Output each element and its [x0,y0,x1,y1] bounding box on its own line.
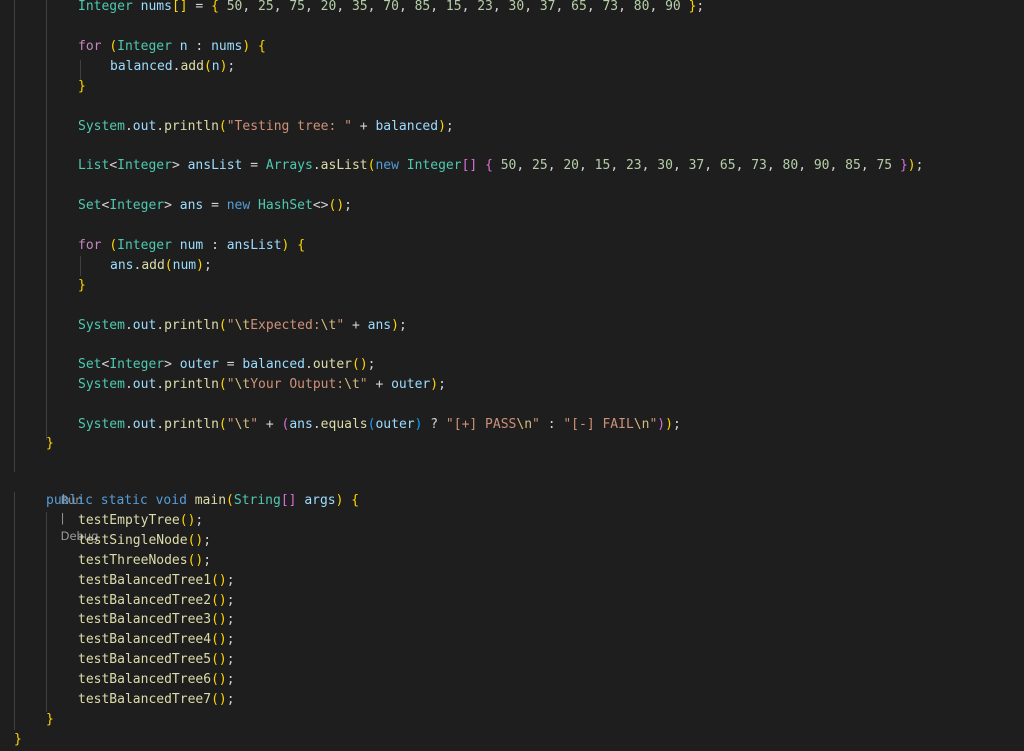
indent-guide [14,0,15,472]
code-editor[interactable]: Integer nums[] = { 50, 25, 75, 20, 35, 7… [0,0,1024,751]
code-line[interactable]: Set<Integer> ans = new HashSet<>(); [78,196,352,216]
code-line[interactable]: } [78,77,86,97]
code-line[interactable]: } [78,276,86,296]
code-line[interactable]: System.out.println("Testing tree: " + ba… [78,117,454,137]
indent-guide [14,492,15,730]
code-line[interactable]: testBalancedTree7(); [78,690,235,710]
code-line[interactable]: testBalancedTree6(); [78,670,235,690]
code-line[interactable]: System.out.println("\tYour Output:\t" + … [78,375,446,395]
code-line[interactable]: } [46,710,54,730]
code-line[interactable]: testBalancedTree3(); [78,610,235,630]
code-line[interactable]: testThreeNodes(); [78,551,211,571]
code-line[interactable]: testEmptyTree(); [78,511,203,531]
code-line[interactable]: public static void main(String[] args) { [46,491,359,511]
code-line[interactable]: balanced.add(n); [110,57,235,77]
code-line[interactable]: for (Integer n : nums) { [78,37,266,57]
code-line[interactable]: } [14,730,22,750]
indent-guide [80,256,81,276]
code-line[interactable]: for (Integer num : ansList) { [78,236,305,256]
code-line[interactable]: System.out.println("\t" + (ans.equals(ou… [78,415,681,435]
indent-guide [46,0,47,440]
code-line[interactable]: Set<Integer> outer = balanced.outer(); [78,355,375,375]
codelens-separator: | [60,511,65,525]
code-line[interactable]: testBalancedTree1(); [78,571,235,591]
code-line[interactable]: List<Integer> ansList = Arrays.asList(ne… [78,156,923,176]
code-line[interactable]: } [46,434,54,454]
code-line[interactable]: testBalancedTree4(); [78,630,235,650]
codelens: Run | Debug [46,473,99,543]
code-line[interactable]: testBalancedTree2(); [78,591,235,611]
code-line[interactable]: ans.add(num); [110,256,212,276]
code-line[interactable]: testBalancedTree5(); [78,650,235,670]
code-line[interactable]: testSingleNode(); [78,531,211,551]
code-line[interactable]: System.out.println("\tExpected:\t" + ans… [78,316,407,336]
code-line[interactable]: Integer nums[] = { 50, 25, 75, 20, 35, 7… [78,0,704,17]
